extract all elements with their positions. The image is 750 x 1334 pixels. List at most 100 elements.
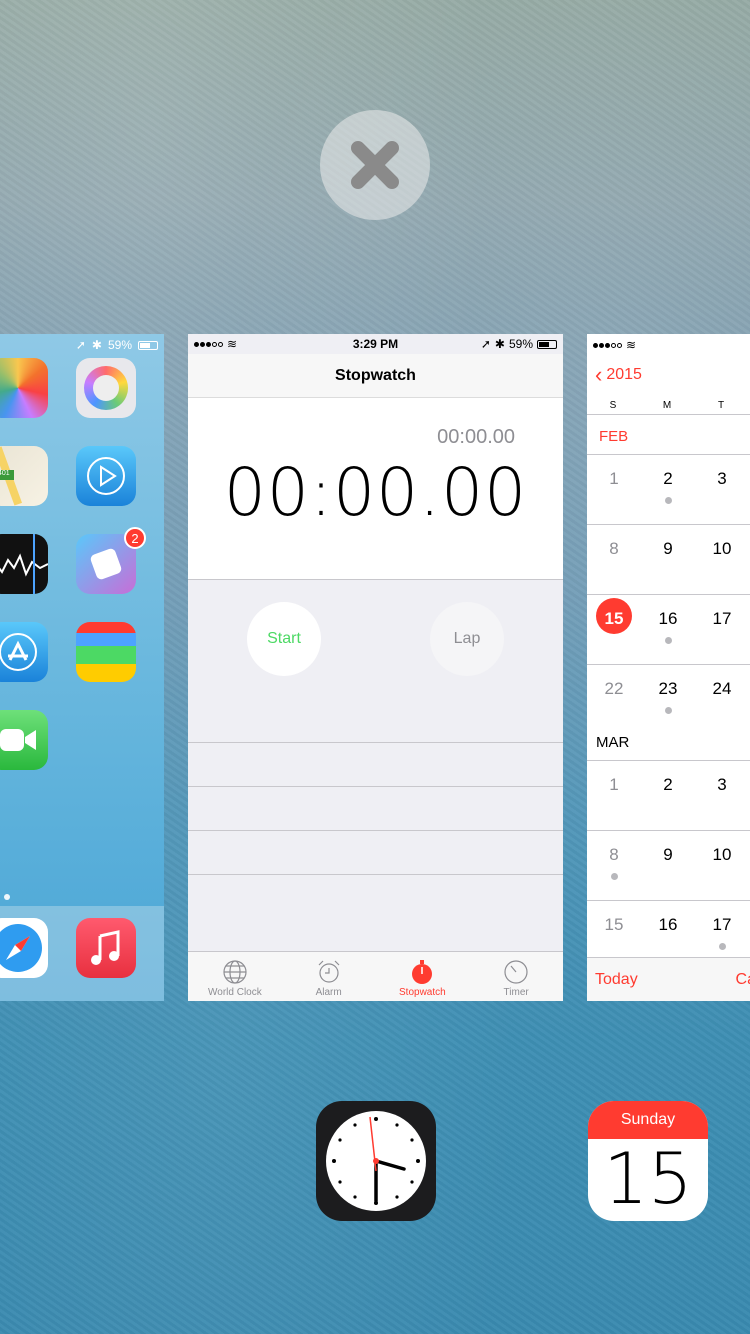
back-label: 2015 [606, 366, 642, 383]
lap-label: Lap [453, 630, 481, 647]
calendar-icon-day: Sunday [588, 1101, 708, 1139]
lap-row [188, 830, 563, 874]
clock-app-icon[interactable] [316, 1101, 436, 1221]
photos-icon[interactable] [0, 358, 48, 418]
calendar-day[interactable]: 22 [596, 679, 632, 699]
globe-icon [223, 960, 247, 984]
event-dot [665, 707, 672, 714]
lap-time: 00:00.00 [437, 426, 515, 448]
weekday-label: T [717, 400, 725, 411]
calendar-day[interactable]: 3 [704, 775, 740, 795]
status-time: 3:29 PM [352, 337, 399, 351]
app-store-icon[interactable] [0, 622, 48, 682]
time-display: 00:00.00 00:00.00 [188, 398, 563, 580]
calendar-day[interactable]: 9 [650, 845, 686, 865]
tab-label: World Clock [208, 987, 262, 998]
game-center-icon[interactable] [76, 358, 136, 418]
calendar-day[interactable]: 8 [596, 845, 632, 865]
battery-icon [537, 339, 557, 349]
calendar-day[interactable]: 1 [596, 469, 632, 489]
location-icon: ➚ [75, 338, 86, 352]
facetime-icon[interactable] [0, 710, 48, 770]
calendar-day[interactable]: 9 [650, 539, 686, 559]
videos-icon[interactable] [76, 446, 136, 506]
tab-alarm[interactable]: Alarm [282, 952, 376, 1001]
status-bar: ≋ [593, 338, 636, 352]
signal-icon [593, 342, 622, 348]
calendar-day[interactable]: 2 [650, 775, 686, 795]
calendar-day[interactable]: 15 [596, 915, 632, 935]
calendar-day[interactable]: 24 [704, 679, 740, 699]
close-x-icon [351, 141, 399, 189]
notification-badge: 2 [124, 527, 146, 549]
bluetooth-icon: ✱ [91, 338, 102, 352]
calendar-day[interactable]: 10 [704, 845, 740, 865]
calendar-day[interactable]: 2 [650, 469, 686, 489]
calendar-icon-date: 15 [603, 1138, 693, 1220]
wifi-icon: ≋ [626, 338, 637, 352]
battery-icon [138, 340, 158, 350]
divider [587, 414, 750, 415]
tab-label: Alarm [315, 987, 342, 998]
month-label: MAR [596, 734, 630, 751]
start-label: Start [267, 630, 301, 647]
event-dot [665, 497, 672, 504]
calendar-week-row: 8 9 10 [587, 524, 750, 594]
dock [0, 906, 164, 1001]
weekday-label: S [609, 400, 617, 411]
calendar-day[interactable]: 23 [650, 679, 686, 699]
timer-icon [504, 960, 528, 984]
calendar-week-row: 8 9 10 [587, 830, 750, 900]
alarm-icon [318, 960, 340, 983]
status-bar: ≋ 3:29 PM ➚ ✱ 59% [188, 334, 563, 354]
tab-label: Timer [503, 987, 529, 998]
tab-timer[interactable]: Timer [469, 952, 563, 1001]
tab-label: Stopwatch [399, 987, 446, 998]
calendar-day[interactable]: 16 [650, 915, 686, 935]
battery-percent: 59% [107, 338, 132, 352]
calendar-day[interactable]: 17 [704, 609, 740, 629]
main-time: 00:00.00 [223, 454, 528, 531]
stocks-icon[interactable] [0, 534, 48, 594]
lap-row [188, 786, 563, 830]
calendars-button[interactable]: Ca [736, 971, 750, 989]
calendar-day[interactable]: 8 [596, 539, 632, 559]
controls: Start Lap [188, 580, 563, 742]
page-indicator-dot [4, 894, 10, 900]
safari-icon[interactable] [0, 918, 48, 978]
month-label: FEB [599, 428, 629, 445]
calendar-week-row: 15 16 17 [587, 594, 750, 664]
calendar-day[interactable]: 17 [704, 915, 740, 935]
calendar-app-icon[interactable]: Sunday 15 [588, 1101, 708, 1221]
back-button[interactable]: ‹ 2015 [595, 364, 642, 386]
calendar-day[interactable]: 16 [650, 609, 686, 629]
lap-row [188, 742, 563, 786]
stopwatch-card[interactable]: ≋ 3:29 PM ➚ ✱ 59% Stopwatch 00:00.00 00:… [188, 334, 563, 1001]
calendar-day[interactable]: 1 [596, 775, 632, 795]
start-button[interactable]: Start [247, 602, 321, 676]
page-title: Stopwatch [188, 354, 563, 398]
lap-list [188, 742, 563, 918]
passbook-icon[interactable] [76, 622, 136, 682]
calendar-day[interactable]: 15 [596, 609, 632, 629]
calendar-day[interactable]: 10 [704, 539, 740, 559]
calendar-day[interactable]: 3 [704, 469, 740, 489]
weekday-label: M [662, 400, 672, 411]
music-icon[interactable] [76, 918, 136, 978]
today-button[interactable]: Today [595, 971, 638, 989]
maps-icon[interactable]: 401 [0, 446, 48, 506]
lap-button[interactable]: Lap [430, 602, 504, 676]
calendar-card[interactable]: ≋ ‹ 2015 S M T FEB 1 2 3 8 9 10 15 16 17 22 23 24 1 2… [587, 334, 750, 1001]
calendar-week-row: 123 [587, 760, 750, 830]
lap-row [188, 874, 563, 918]
close-app-button[interactable] [320, 110, 430, 220]
event-dot [665, 637, 672, 644]
tab-bar: World Clock Alarm Stopwatch Timer [188, 951, 563, 1001]
event-dot [719, 943, 726, 950]
tab-world-clock[interactable]: World Clock [188, 952, 282, 1001]
home-screen-card[interactable]: ➚ ✱ 59% 401 2 [0, 334, 164, 1001]
calendar-week-row: 22 23 24 [587, 664, 750, 734]
event-dot [611, 873, 618, 880]
stopwatch-icon [412, 960, 433, 984]
tab-stopwatch[interactable]: Stopwatch [376, 952, 470, 1001]
